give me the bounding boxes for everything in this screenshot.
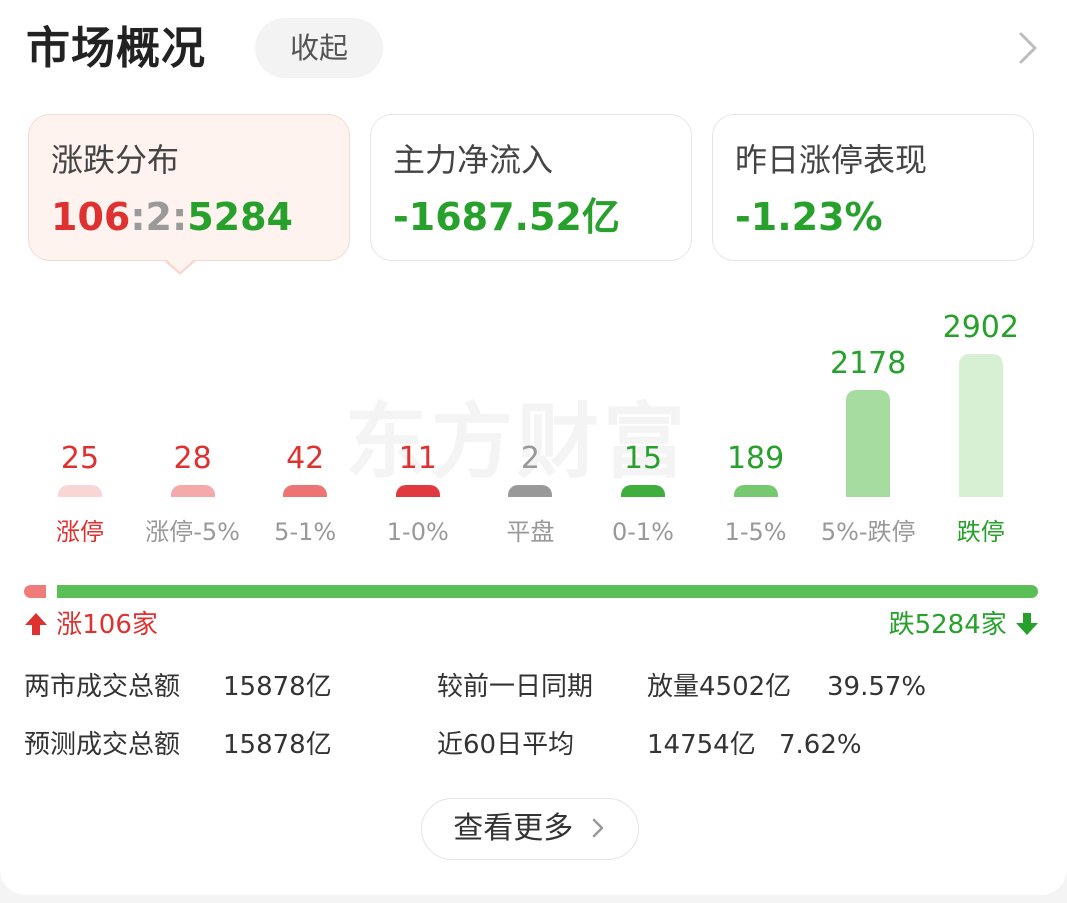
bar-category-label: 跌停 — [956, 518, 1005, 546]
fall-summary: 跌5284家 — [889, 606, 1039, 644]
bar — [733, 485, 778, 497]
bar — [395, 485, 440, 497]
avg60-label: 近60日平均 — [437, 730, 575, 760]
bar — [283, 485, 328, 497]
bar-value-label: 189 — [726, 441, 785, 476]
down-count: 5284 — [187, 195, 293, 239]
market-overview-card: 市场概况 收起 涨跌分布 106:2:5284 主力净流入 -1687.52亿 … — [0, 0, 1067, 895]
net-inflow-value: -1687.52亿 — [393, 195, 620, 239]
rise-count-text: 涨106家 — [56, 610, 158, 640]
bar-column: 28 涨停-5% — [137, 290, 249, 555]
net-inflow-label: 主力净流入 — [393, 141, 554, 179]
rise-summary: 涨106家 — [24, 606, 158, 644]
forecast-turnover-label: 预测成交总额 — [24, 730, 181, 760]
bar-value-label: 25 — [60, 441, 100, 476]
bar-value-label: 2178 — [830, 346, 907, 381]
distribution-value: 106:2:5284 — [51, 193, 293, 241]
collapse-button[interactable]: 收起 — [255, 18, 383, 78]
avg60-value: 14754亿 — [647, 730, 756, 760]
separator: : — [130, 195, 146, 239]
bar-value-label: 2902 — [942, 310, 1019, 345]
bar-column: 2178 5%-跌停 — [812, 290, 924, 555]
bar-column: 42 5-1% — [249, 290, 361, 555]
bar — [58, 485, 102, 497]
bar — [846, 390, 891, 497]
bar-value-label: 2 — [520, 441, 540, 476]
volume-change: 放量4502亿 — [647, 672, 792, 702]
ratio-bar-down — [57, 585, 1038, 598]
bar-column: 189 1-5% — [700, 290, 812, 555]
ratio-bar-up — [24, 585, 46, 598]
turnover-label: 两市成交总额 — [24, 672, 181, 702]
turnover-value: 15878亿 — [223, 672, 332, 702]
bar-value-label: 11 — [398, 441, 437, 476]
distribution-stat-tab[interactable]: 涨跌分布 106:2:5284 — [28, 114, 350, 261]
fall-count-text: 跌5284家 — [888, 610, 1007, 640]
flat-count: 2 — [145, 195, 172, 239]
compare-label: 较前一日同期 — [437, 672, 594, 702]
bar — [958, 354, 1003, 497]
active-tab-pointer-fill — [166, 259, 194, 272]
chevron-right-icon — [592, 818, 604, 838]
distribution-label: 涨跌分布 — [51, 141, 180, 179]
bar-column: 25 涨停 — [24, 290, 136, 555]
bar-column: 2902 跌停 — [925, 290, 1037, 555]
up-count: 106 — [51, 195, 131, 239]
volume-change-pct: 39.57% — [827, 672, 927, 702]
yesterday-limit-stat-tab[interactable]: 昨日涨停表现 -1.23% — [712, 114, 1034, 261]
yesterday-limit-label: 昨日涨停表现 — [735, 141, 928, 179]
yesterday-limit-value: -1.23% — [735, 195, 883, 239]
section-title: 市场概况 — [26, 23, 206, 74]
bar-value-label: 28 — [173, 441, 212, 476]
view-more-label: 查看更多 — [453, 811, 574, 846]
separator: : — [171, 195, 188, 239]
net-inflow-stat-tab[interactable]: 主力净流入 -1687.52亿 — [370, 114, 692, 261]
chevron-right-icon[interactable] — [1013, 30, 1043, 66]
bar-column: 11 1-0% — [362, 290, 474, 555]
arrow-down-icon — [1016, 613, 1038, 635]
bar-value-label: 15 — [623, 441, 663, 476]
bar-column: 2 平盘 — [474, 290, 586, 555]
bar-value-label: 42 — [286, 441, 325, 476]
bar — [170, 485, 215, 497]
view-more-button[interactable]: 查看更多 — [421, 798, 639, 860]
bar — [508, 485, 553, 497]
bar — [621, 485, 665, 497]
forecast-turnover-value: 15878亿 — [223, 730, 332, 760]
bar-column: 15 0-1% — [587, 290, 699, 555]
arrow-up-icon — [25, 613, 47, 635]
avg60-pct: 7.62% — [779, 730, 862, 760]
